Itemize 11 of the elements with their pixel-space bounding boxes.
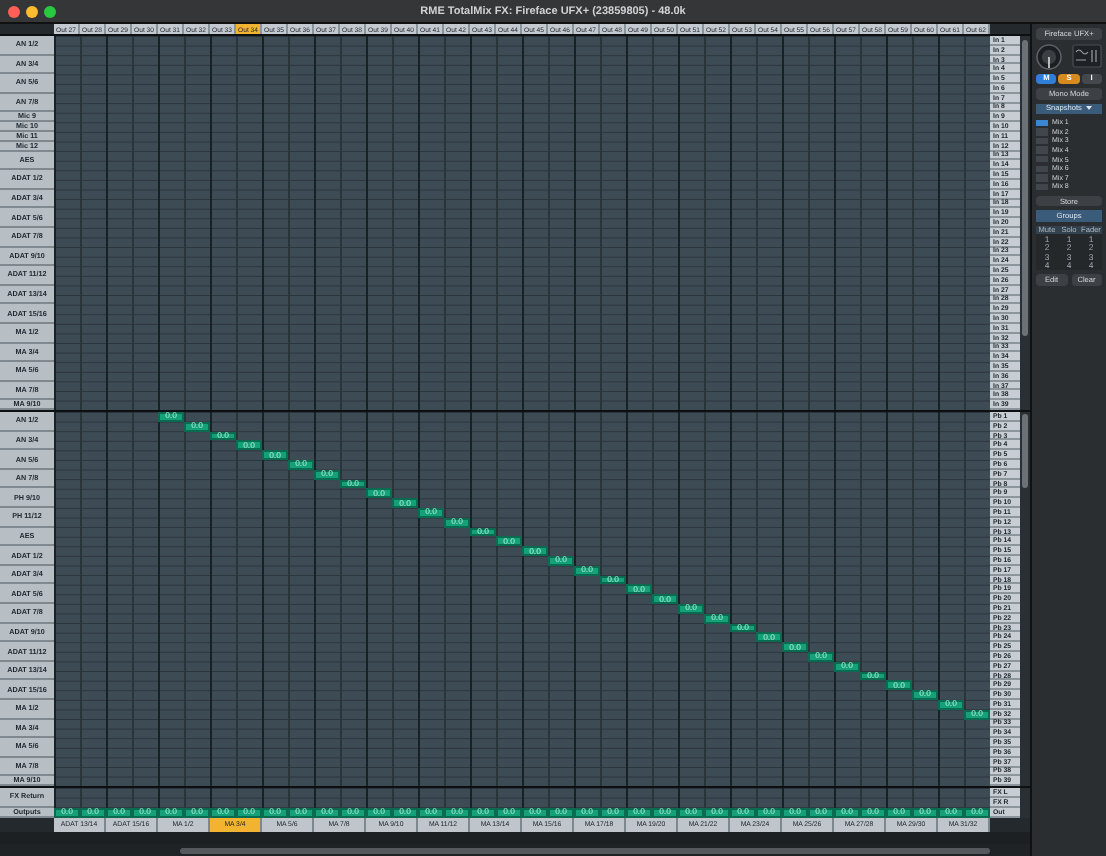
horizontal-scrollbar-thumb[interactable] bbox=[180, 847, 990, 853]
snapshot-indicator[interactable] bbox=[1036, 119, 1048, 126]
scrollbar[interactable] bbox=[1020, 412, 1030, 787]
minimize-button[interactable] bbox=[26, 5, 38, 17]
knob-icon[interactable] bbox=[1036, 43, 1062, 69]
zoom-button[interactable] bbox=[44, 5, 56, 17]
caret-icon[interactable] bbox=[1085, 106, 1092, 111]
scrollbar[interactable] bbox=[1020, 788, 1030, 818]
control-panel-icon[interactable] bbox=[1072, 44, 1102, 68]
scrollbar[interactable] bbox=[1020, 36, 1030, 411]
close-button[interactable] bbox=[8, 5, 20, 17]
